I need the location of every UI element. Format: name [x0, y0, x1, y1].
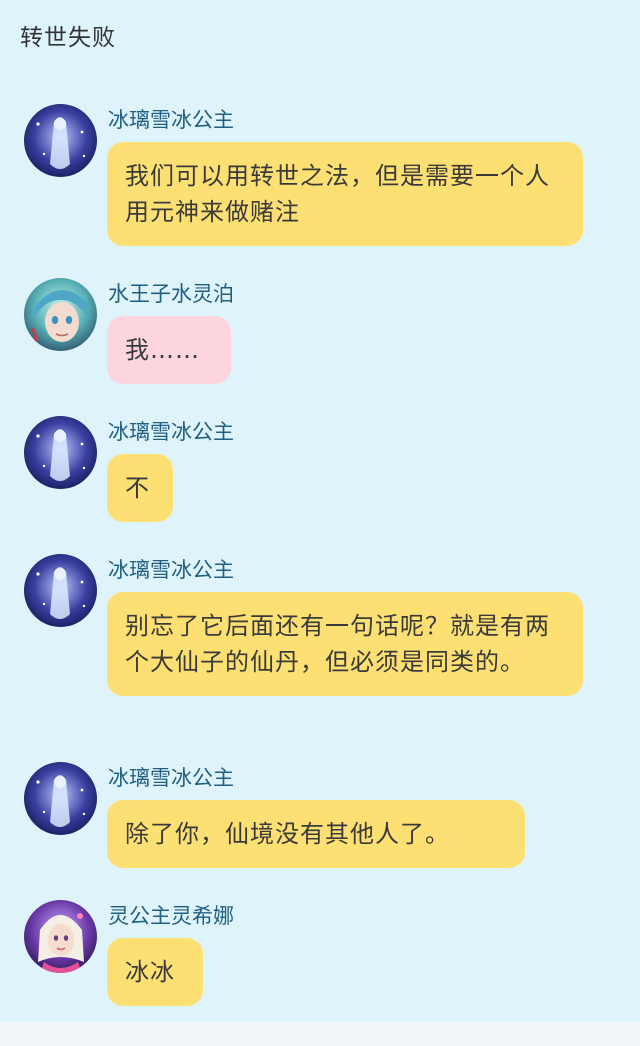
message-bubble[interactable]: 不 — [107, 454, 173, 522]
message-bubble[interactable]: 我…… — [107, 316, 231, 384]
sender-name: 水王子水灵泊 — [108, 282, 234, 306]
page-title: 转世失败 — [20, 25, 116, 51]
message-bubble[interactable]: 别忘了它后面还有一句话呢？就是有两个大仙子的仙丹，但必须是同类的。 — [107, 592, 583, 696]
avatar-ice-princess[interactable] — [24, 416, 97, 489]
sender-name: 冰璃雪冰公主 — [108, 420, 234, 444]
message-bubble[interactable]: 我们可以用转世之法，但是需要一个人用元神来做赌注 — [107, 142, 583, 246]
bottom-bar — [0, 1022, 640, 1046]
avatar-ice-princess[interactable] — [24, 762, 97, 835]
avatar-water-prince[interactable] — [24, 278, 97, 351]
spirit-princess-avatar-icon — [24, 900, 97, 973]
sender-name: 灵公主灵希娜 — [108, 904, 234, 928]
ice-princess-avatar-icon — [24, 554, 97, 627]
avatar-ice-princess[interactable] — [24, 104, 97, 177]
avatar-ice-princess[interactable] — [24, 554, 97, 627]
sender-name: 冰璃雪冰公主 — [108, 558, 234, 582]
water-prince-avatar-icon — [24, 278, 97, 351]
sender-name: 冰璃雪冰公主 — [108, 766, 234, 790]
message-bubble[interactable]: 除了你，仙境没有其他人了。 — [107, 800, 525, 868]
ice-princess-avatar-icon — [24, 416, 97, 489]
avatar-spirit-princess[interactable] — [24, 900, 97, 973]
message-bubble[interactable]: 冰冰 — [107, 938, 203, 1006]
ice-princess-avatar-icon — [24, 762, 97, 835]
sender-name: 冰璃雪冰公主 — [108, 108, 234, 132]
ice-princess-avatar-icon — [24, 104, 97, 177]
